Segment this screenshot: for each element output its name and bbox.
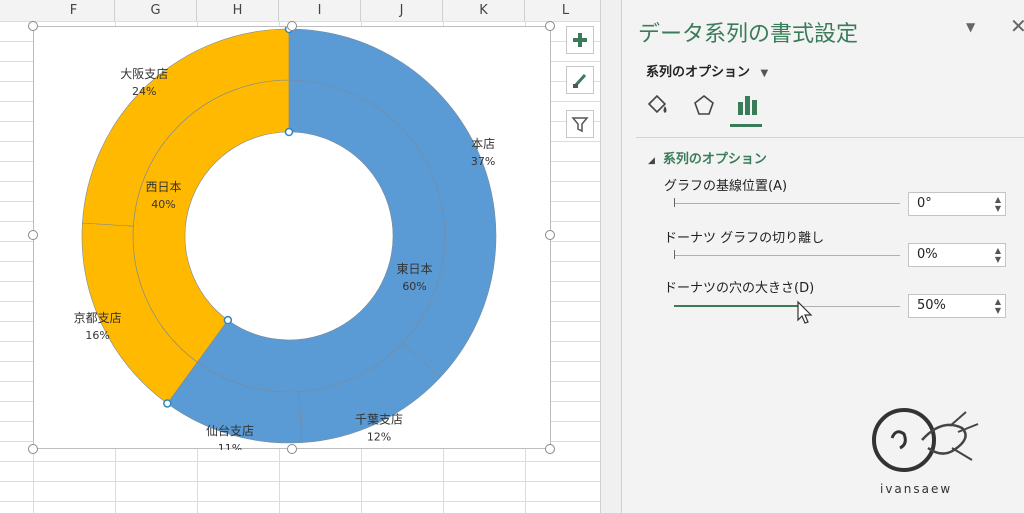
series-options-dropdown[interactable]: 系列のオプション ▼ xyxy=(646,61,768,80)
chart-elements-button[interactable] xyxy=(566,26,594,54)
slider-track-explosion[interactable] xyxy=(674,255,900,256)
resize-handle-left[interactable] xyxy=(28,230,38,240)
slider-track-base-position[interactable] xyxy=(674,203,900,204)
outer-ring-percent-1: 12% xyxy=(367,430,391,443)
spin-up-icon[interactable]: ▲ xyxy=(995,247,1001,255)
pane-options-chevron-icon[interactable]: ▼ xyxy=(966,20,975,34)
inner-ring-percent-1: 40% xyxy=(151,198,175,211)
tab-fill-line[interactable] xyxy=(644,92,676,122)
chart-styles-button[interactable] xyxy=(566,66,594,94)
inner-ring-label-0: 東日本 xyxy=(397,262,433,276)
column-header-k[interactable]: K xyxy=(443,0,525,21)
resize-handle-top[interactable] xyxy=(287,21,297,31)
outer-ring-label-4: 大阪支店 xyxy=(120,67,168,81)
spin-down-icon[interactable]: ▼ xyxy=(995,205,1001,213)
resize-handle-bottom-left[interactable] xyxy=(28,444,38,454)
column-header-h[interactable]: H xyxy=(197,0,279,21)
resize-handle-bottom[interactable] xyxy=(287,444,297,454)
chart-area[interactable]: 東日本 60% 西日本 40% 本店 37% 千葉支店 12% 仙台支店 11% 京都支店 16% 大阪… xyxy=(33,24,552,455)
outer-ring-percent-2: 11% xyxy=(218,442,242,450)
pane-title: データ系列の書式設定 xyxy=(638,22,859,47)
spreadsheet-area[interactable]: F G H I J K L 東日本 60% 西日本 40% 本店 37% 千葉支店 12% 仙台… xyxy=(0,0,600,513)
slider-thumb-explosion[interactable] xyxy=(674,250,675,259)
outer-ring-percent-3: 16% xyxy=(85,329,109,342)
inner-ring-percent-0: 60% xyxy=(402,280,426,293)
resize-handle-top-right[interactable] xyxy=(545,21,555,31)
spin-box-hole-size[interactable]: 50% ▲ ▼ xyxy=(908,294,1006,318)
divider xyxy=(636,137,1024,138)
spin-value-base-position[interactable]: 0° xyxy=(917,196,932,211)
mouse-cursor-icon xyxy=(797,300,813,324)
spin-box-explosion[interactable]: 0% ▲ ▼ xyxy=(908,243,1006,267)
spin-up-icon[interactable]: ▲ xyxy=(995,196,1001,204)
spin-value-hole-size[interactable]: 50% xyxy=(917,298,946,313)
inner-ring-label-1: 西日本 xyxy=(145,180,181,194)
resize-handle-bottom-right[interactable] xyxy=(545,444,555,454)
tab-series-options[interactable] xyxy=(734,92,766,122)
series-options-dropdown-label: 系列のオプション xyxy=(646,65,751,80)
option-label-hole-size: ドーナツの穴の大きさ(D) xyxy=(664,281,815,296)
outer-ring-label-1: 千葉支店 xyxy=(355,412,403,426)
column-header-i[interactable]: I xyxy=(279,0,361,21)
outer-ring-label-3: 京都支店 xyxy=(74,311,122,325)
close-icon[interactable]: ✕ xyxy=(1010,14,1024,38)
column-header-l[interactable]: L xyxy=(525,0,600,21)
chevron-down-icon: ▼ xyxy=(760,68,769,79)
spin-down-icon[interactable]: ▼ xyxy=(995,256,1001,264)
plus-icon xyxy=(573,33,587,47)
series-selection-point[interactable] xyxy=(284,127,294,137)
outer-ring-label-2: 仙台支店 xyxy=(206,423,254,438)
spin-box-base-position[interactable]: 0° ▲ ▼ xyxy=(908,192,1006,216)
column-header-f[interactable]: F xyxy=(33,0,115,21)
spin-down-icon[interactable]: ▼ xyxy=(995,307,1001,315)
outer-ring-percent-4: 24% xyxy=(132,85,156,98)
series-selection-point[interactable] xyxy=(223,315,233,325)
fill-line-icon xyxy=(647,94,667,114)
series-selection-point[interactable] xyxy=(163,399,172,408)
format-data-series-pane: データ系列の書式設定 ▼ ✕ 系列のオプション ▼ ◢ 系列のオプション グラフの… xyxy=(622,0,1024,513)
outer-ring-label-0: 本店 xyxy=(471,137,495,151)
chart-filters-button[interactable] xyxy=(566,110,594,138)
option-label-base-position: グラフの基線位置(A) xyxy=(664,179,788,194)
column-header-j[interactable]: J xyxy=(361,0,443,21)
resize-handle-top-left[interactable] xyxy=(28,21,38,31)
tab-effects[interactable] xyxy=(690,92,722,122)
slider-fill-hole-size xyxy=(674,305,801,307)
funnel-icon xyxy=(571,117,589,133)
effects-icon xyxy=(694,94,714,115)
section-series-options[interactable]: ◢ 系列のオプション xyxy=(648,148,767,167)
doughnut-chart[interactable]: 東日本 60% 西日本 40% 本店 37% 千葉支店 12% 仙台支店 11% 京都支店 16% 大阪… xyxy=(34,24,552,455)
column-header-g[interactable]: G xyxy=(115,0,197,21)
spin-value-explosion[interactable]: 0% xyxy=(917,247,938,262)
column-header-bar: F G H I J K L xyxy=(0,0,600,22)
option-label-explosion: ドーナツ グラフの切り離し xyxy=(664,231,825,246)
outer-ring-percent-0: 37% xyxy=(471,155,495,168)
active-tab-indicator xyxy=(730,124,762,127)
spin-up-icon[interactable]: ▲ xyxy=(995,298,1001,306)
section-series-options-label: 系列のオプション xyxy=(662,152,767,167)
collapse-triangle-icon: ◢ xyxy=(648,156,655,166)
slider-thumb-base-position[interactable] xyxy=(674,198,675,207)
watermark-logo-text: ivansaew xyxy=(880,482,953,496)
brush-icon xyxy=(573,73,587,88)
series-options-icon xyxy=(738,96,757,115)
pane-splitter[interactable] xyxy=(600,0,622,513)
resize-handle-right[interactable] xyxy=(545,230,555,240)
